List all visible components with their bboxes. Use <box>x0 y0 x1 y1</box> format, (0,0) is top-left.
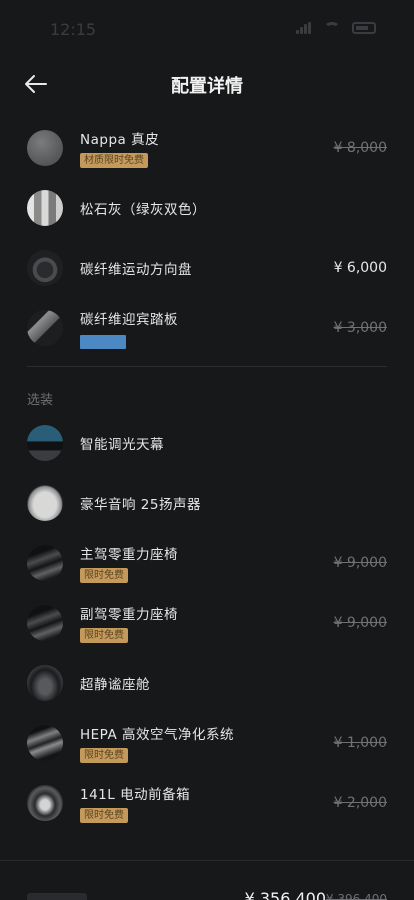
config-item-row[interactable]: 副驾零重力座椅 限时免费 ¥ 9,000 <box>0 593 414 653</box>
item-text: 豪华音响 25扬声器 <box>80 493 201 513</box>
item-name: 141L 电动前备箱 <box>80 787 191 803</box>
item-name: 主驾零重力座椅 <box>80 547 178 563</box>
item-text: 主驾零重力座椅 限时免费 <box>80 543 178 583</box>
item-thumbnail <box>27 130 63 166</box>
original-price: ¥ 2,000 <box>333 795 387 811</box>
config-item-row[interactable]: 碳纤维运动方向盘 ¥ 6,000 <box>0 238 414 298</box>
item-name: 超静谧座舱 <box>80 677 150 693</box>
item-name: 智能调光天幕 <box>80 437 164 453</box>
item-thumbnail <box>27 665 63 701</box>
config-item-row[interactable]: 松石灰（绿灰双色） <box>0 178 414 238</box>
original-total-price: ¥ 396,400 <box>325 892 387 900</box>
config-item-row[interactable]: 豪华音响 25扬声器 <box>0 473 414 533</box>
color-swatch-bar <box>80 334 126 349</box>
wifi-icon <box>324 22 340 34</box>
bottom-price-bar: ¥ 356,400 ¥ 396,400 <box>0 860 414 900</box>
promo-badge: 限时免费 <box>80 568 128 583</box>
item-name: 碳纤维迎宾踏板 <box>80 311 178 328</box>
config-list: Nappa 真皮 材质限时免费 ¥ 8,000 松石灰（绿灰双色） 碳纤维运动方向盘 ¥ … <box>0 118 414 833</box>
item-price: ¥ 6,000 <box>333 260 387 276</box>
promo-badge: 限时免费 <box>80 628 128 643</box>
status-bar: 12:15 <box>0 0 414 62</box>
item-thumbnail <box>27 425 63 461</box>
car-thumbnail <box>27 893 87 900</box>
promo-badge: 限时免费 <box>80 748 128 763</box>
item-thumbnail <box>27 605 63 641</box>
item-name: 松石灰（绿灰双色） <box>80 202 206 218</box>
options-section-label: 选装 <box>27 393 54 408</box>
item-name: Nappa 真皮 <box>80 132 160 148</box>
item-text: 松石灰（绿灰双色） <box>80 198 206 218</box>
item-text: Nappa 真皮 材质限时免费 <box>80 128 159 168</box>
status-icons <box>296 22 376 34</box>
promo-badge: 限时免费 <box>80 808 128 823</box>
item-text: 141L 电动前备箱 限时免费 <box>80 783 190 823</box>
config-item-row[interactable]: Nappa 真皮 材质限时免费 ¥ 8,000 <box>0 118 414 178</box>
config-item-row[interactable]: 141L 电动前备箱 限时免费 ¥ 2,000 <box>0 773 414 833</box>
item-text: 副驾零重力座椅 限时免费 <box>80 603 178 643</box>
item-text: HEPA 高效空气净化系统 限时免费 <box>80 723 234 763</box>
page-title: 配置详情 <box>171 76 243 97</box>
standard-config-list: Nappa 真皮 材质限时免费 ¥ 8,000 松石灰（绿灰双色） 碳纤维运动方向盘 ¥ … <box>0 118 414 358</box>
promo-badge: 材质限时免费 <box>80 153 148 168</box>
original-price: ¥ 8,000 <box>333 140 387 156</box>
config-item-row[interactable]: 主驾零重力座椅 限时免费 ¥ 9,000 <box>0 533 414 593</box>
item-text: 碳纤维运动方向盘 <box>80 258 192 278</box>
item-thumbnail <box>27 310 63 346</box>
original-price: ¥ 9,000 <box>333 555 387 571</box>
item-thumbnail <box>27 250 63 286</box>
item-thumbnail <box>27 785 63 821</box>
item-thumbnail <box>27 485 63 521</box>
signal-icon <box>296 22 312 34</box>
battery-icon <box>352 22 376 34</box>
item-thumbnail <box>27 545 63 581</box>
nav-bar: 配置详情 <box>0 62 414 108</box>
item-name: HEPA 高效空气净化系统 <box>80 727 234 743</box>
original-price: ¥ 3,000 <box>333 320 387 336</box>
item-thumbnail <box>27 725 63 761</box>
item-text: 超静谧座舱 <box>80 673 150 693</box>
config-item-row[interactable]: 智能调光天幕 <box>0 413 414 473</box>
status-time: 12:15 <box>50 20 97 39</box>
option-config-list: 智能调光天幕 豪华音响 25扬声器 主驾零重力座椅 限时免费 ¥ 9,000 副驾零重力座… <box>0 413 414 833</box>
original-price: ¥ 9,000 <box>333 615 387 631</box>
config-item-row[interactable]: HEPA 高效空气净化系统 限时免费 ¥ 1,000 <box>0 713 414 773</box>
config-item-row[interactable]: 碳纤维迎宾踏板 ¥ 3,000 <box>0 298 414 358</box>
item-text: 碳纤维迎宾踏板 <box>80 308 178 349</box>
item-thumbnail <box>27 190 63 226</box>
original-price: ¥ 1,000 <box>333 735 387 751</box>
item-name: 碳纤维运动方向盘 <box>80 262 192 278</box>
config-item-row[interactable]: 超静谧座舱 <box>0 653 414 713</box>
item-text: 智能调光天幕 <box>80 433 164 453</box>
item-name: 副驾零重力座椅 <box>80 607 178 623</box>
item-name: 豪华音响 25扬声器 <box>80 497 201 513</box>
total-price: ¥ 356,400 <box>244 889 326 900</box>
